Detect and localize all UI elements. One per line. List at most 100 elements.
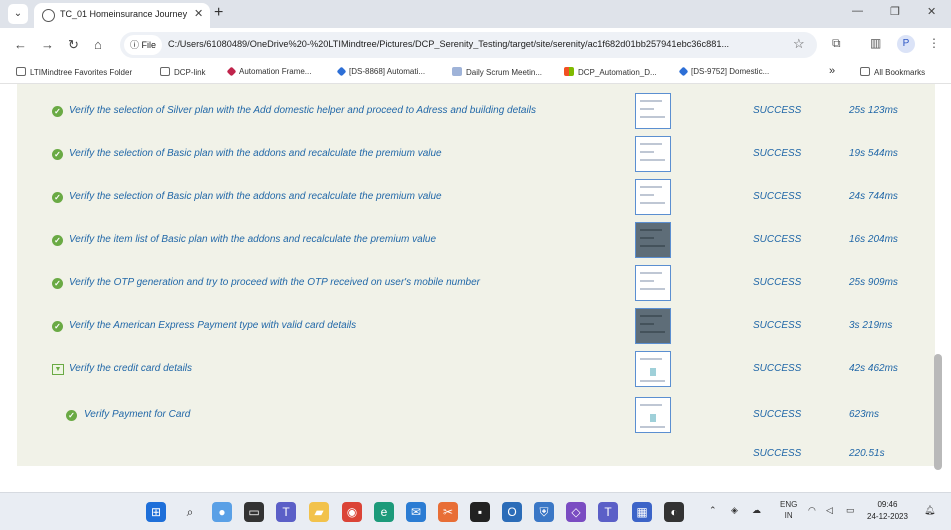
duration: 623ms <box>849 409 880 420</box>
media-icon[interactable]: ◐ <box>664 502 684 522</box>
screenshot-thumbnail[interactable] <box>635 265 671 301</box>
screenshot-thumbnail[interactable] <box>635 179 671 215</box>
profile-avatar[interactable]: P <box>897 35 915 53</box>
search-icon[interactable]: ⌕ <box>180 502 200 522</box>
tab-search-button[interactable]: ⌄ <box>8 4 28 24</box>
test-title[interactable]: Verify the item list of Basic plan with … <box>69 234 436 245</box>
table-row[interactable]: ✓ Verify the American Express Payment ty… <box>17 306 935 346</box>
test-title[interactable]: Verify the credit card details <box>69 363 192 374</box>
security-shield-icon[interactable]: ⛨ <box>534 502 554 522</box>
forward-button[interactable]: → <box>41 37 54 53</box>
extensions-icon[interactable]: ⧉ <box>832 36 841 51</box>
side-panel-icon[interactable]: ▥ <box>870 36 881 50</box>
screenshot-thumbnail[interactable] <box>635 351 671 387</box>
test-title[interactable]: Verify the OTP generation and try to pro… <box>69 277 480 288</box>
wifi-icon[interactable]: ◠ <box>808 505 816 516</box>
bookmark-item[interactable]: [DS-9752] Domestic... <box>678 66 769 77</box>
bookmark-item[interactable]: [DS-8868] Automati... <box>336 66 425 77</box>
file-explorer-icon[interactable]: ▰ <box>309 502 329 522</box>
screenshot-thumbnail[interactable] <box>635 136 671 172</box>
url-text[interactable]: C:/Users/61080489/OneDrive%20-%20LTIMind… <box>168 39 788 49</box>
close-window-button[interactable]: ✕ <box>927 5 936 18</box>
teams-icon[interactable]: T <box>276 502 296 522</box>
edge-icon[interactable]: e <box>374 502 394 522</box>
notification-bell-icon[interactable]: 🔔︎ <box>924 505 935 516</box>
back-button[interactable]: ← <box>14 37 27 53</box>
teams-chat-icon[interactable]: T <box>598 502 618 522</box>
table-row[interactable]: ✓ Verify the item list of Basic plan wit… <box>17 220 935 260</box>
table-row-child[interactable]: ✓ Verify Payment for Card SUCCESS 623ms <box>17 395 935 435</box>
bookmark-item[interactable]: Automation Frame... <box>226 66 311 77</box>
volume-icon[interactable]: ◁ <box>826 505 833 516</box>
bookmarks-bar: LTIMindtree Favorites Folder DCP-link Au… <box>0 62 951 84</box>
task-view-icon[interactable]: ▭ <box>244 502 264 522</box>
table-row[interactable]: ✓ Verify the OTP generation and try to p… <box>17 263 935 303</box>
folder-icon <box>160 67 170 76</box>
active-tab[interactable]: TC_01 Homeinsurance Journey ✕ <box>34 3 210 28</box>
result-status: SUCCESS <box>753 277 802 288</box>
duration: 16s 204ms <box>849 234 898 245</box>
language-indicator[interactable]: ENG IN <box>780 499 797 521</box>
table-row[interactable]: ✓ Verify the selection of Basic plan wit… <box>17 134 935 174</box>
duration: 3s 219ms <box>849 320 893 331</box>
new-tab-button[interactable]: + <box>214 4 223 22</box>
diamond-icon <box>226 66 237 77</box>
tab-close-icon[interactable]: ✕ <box>194 7 203 20</box>
cloud-icon[interactable]: ☁ <box>752 505 761 516</box>
visual-studio-icon[interactable]: ◇ <box>566 502 586 522</box>
bookmark-item[interactable]: DCP_Automation_D... <box>564 67 657 77</box>
bookmark-item[interactable]: Daily Scrum Meetin... <box>452 67 542 77</box>
tab-strip: ⌄ TC_01 Homeinsurance Journey ✕ + — ❐ ✕ <box>0 0 951 28</box>
test-title[interactable]: Verify the selection of Basic plan with … <box>69 191 442 202</box>
expand-toggle-icon[interactable]: ▼ <box>52 364 64 375</box>
copilot-icon[interactable]: ● <box>212 502 232 522</box>
outlook-icon[interactable]: O <box>502 502 522 522</box>
screenshot-thumbnail[interactable] <box>635 308 671 344</box>
duration: 42s 462ms <box>849 363 898 374</box>
minimize-button[interactable]: — <box>852 5 863 17</box>
all-bookmarks-item[interactable]: All Bookmarks <box>860 67 925 77</box>
test-title[interactable]: Verify the selection of Basic plan with … <box>69 148 442 159</box>
bookmark-item[interactable]: LTIMindtree Favorites Folder <box>16 67 132 77</box>
check-circle-icon: ✓ <box>52 278 63 289</box>
total-duration: 220.51s <box>849 448 885 459</box>
jira-icon <box>336 66 347 77</box>
test-title[interactable]: Verify the selection of Silver plan with… <box>69 105 536 116</box>
app-with-badge-icon[interactable]: ▦ <box>632 502 652 522</box>
bookmark-item[interactable]: DCP-link <box>160 67 206 77</box>
duration: 24s 744ms <box>849 191 898 202</box>
result-status: SUCCESS <box>753 363 802 374</box>
screenshot-thumbnail[interactable] <box>635 93 671 129</box>
result-status: SUCCESS <box>753 148 802 159</box>
bookmarks-overflow-button[interactable]: » <box>829 65 835 77</box>
result-status: SUCCESS <box>753 191 802 202</box>
site-info-chip[interactable]: ⓘ File <box>124 35 162 55</box>
mail-icon[interactable]: ✉ <box>406 502 426 522</box>
table-row[interactable]: ✓ Verify the selection of Basic plan wit… <box>17 177 935 217</box>
bookmark-star-icon[interactable]: ☆ <box>793 36 805 52</box>
restore-button[interactable]: ❐ <box>890 5 900 18</box>
home-button[interactable]: ⌂ <box>94 37 102 53</box>
teams-tray-icon[interactable]: ◈ <box>731 505 738 516</box>
address-bar[interactable]: ⓘ File C:/Users/61080489/OneDrive%20-%20… <box>120 32 817 58</box>
start-windows-icon[interactable]: ⊞ <box>146 502 166 522</box>
battery-icon[interactable]: ▭ <box>846 505 855 516</box>
screenshot-thumbnail[interactable] <box>635 222 671 258</box>
table-row[interactable]: ✓ Verify the selection of Silver plan wi… <box>17 91 935 131</box>
reload-button[interactable]: ↻ <box>68 37 79 53</box>
result-status: SUCCESS <box>753 105 802 116</box>
table-row[interactable]: ▼ Verify the credit card details SUCCESS… <box>17 349 935 389</box>
snipping-tool-icon[interactable]: ✂ <box>438 502 458 522</box>
menu-kebab-icon[interactable]: ⋮ <box>928 36 940 50</box>
result-status: SUCCESS <box>753 320 802 331</box>
chrome-icon[interactable]: ◉ <box>342 502 362 522</box>
terminal-icon[interactable]: ▪ <box>470 502 490 522</box>
system-clock[interactable]: 09:46 24-12-2023 <box>867 499 908 523</box>
site-info-label: File <box>141 40 157 50</box>
info-icon: ⓘ <box>130 40 142 50</box>
test-title[interactable]: Verify Payment for Card <box>84 409 190 420</box>
page-scrollbar[interactable] <box>934 354 942 470</box>
screenshot-thumbnail[interactable] <box>635 397 671 433</box>
chevron-up-icon[interactable]: ⌃ <box>709 505 717 516</box>
test-title[interactable]: Verify the American Express Payment type… <box>69 320 356 331</box>
